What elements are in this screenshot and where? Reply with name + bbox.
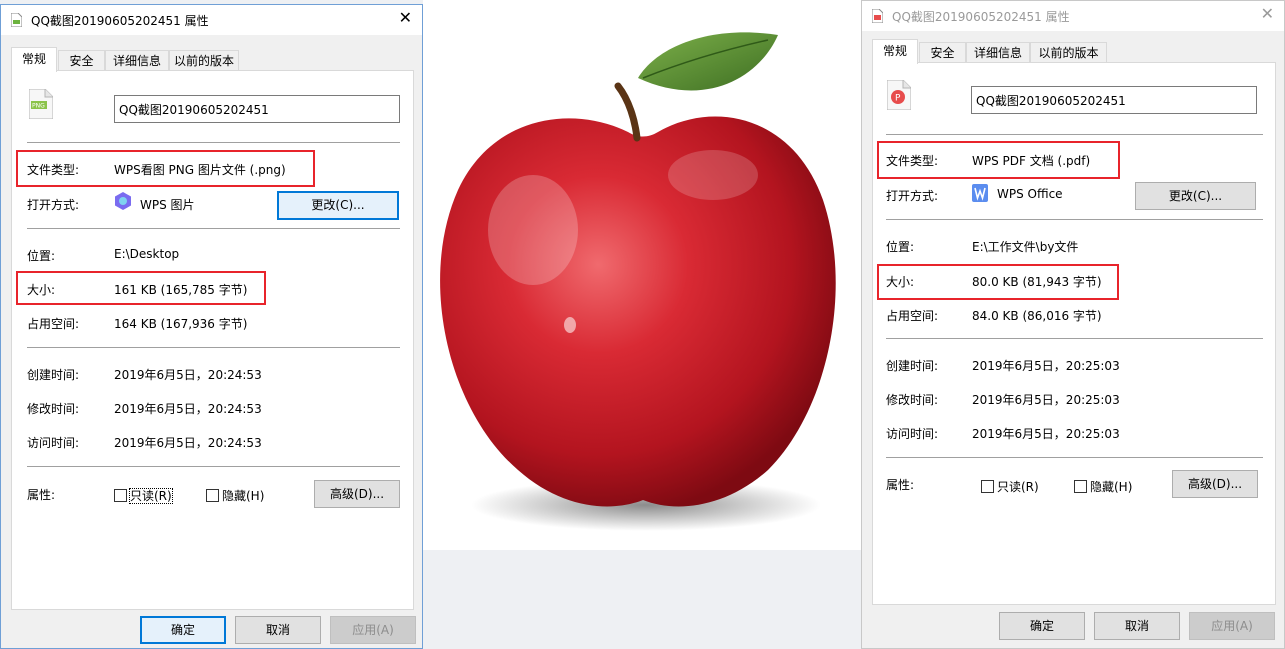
filename-field[interactable] xyxy=(114,95,400,123)
location-value: E:\Desktop xyxy=(114,247,180,261)
separator xyxy=(27,347,400,348)
separator xyxy=(27,466,400,467)
modified-value: 2019年6月5日，20:25:03 xyxy=(972,393,1120,407)
size-label: 大小: xyxy=(27,283,56,297)
location-label: 位置: xyxy=(886,240,915,254)
tab-previous-versions[interactable]: 以前的版本 xyxy=(169,50,239,70)
ok-button[interactable]: 确定 xyxy=(999,612,1085,640)
tab-details[interactable]: 详细信息 xyxy=(105,50,169,70)
file-type-label: 文件类型: xyxy=(886,154,939,168)
checkbox-box[interactable] xyxy=(981,480,994,493)
properties-dialog-pdf: QQ截图20190605202451 属性 ✕ 常规 安全 详细信息 以前的版本… xyxy=(861,0,1285,649)
open-with-app: WPS 图片 xyxy=(140,198,195,212)
location-value: E:\工作文件\by文件 xyxy=(972,240,1079,254)
tab-previous-versions[interactable]: 以前的版本 xyxy=(1030,42,1107,62)
apple-illustration xyxy=(440,32,836,531)
created-label: 创建时间: xyxy=(27,368,80,382)
properties-dialog-png: QQ截图20190605202451 属性 ✕ 常规 安全 详细信息 以前的版本… xyxy=(0,4,423,649)
file-type-label: 文件类型: xyxy=(27,163,80,177)
accessed-value: 2019年6月5日，20:24:53 xyxy=(114,436,262,450)
close-icon[interactable]: ✕ xyxy=(399,8,412,27)
separator xyxy=(27,142,400,143)
tab-details[interactable]: 详细信息 xyxy=(966,42,1030,62)
created-label: 创建时间: xyxy=(886,359,939,373)
svg-text:PNG: PNG xyxy=(32,103,45,110)
png-file-icon xyxy=(11,13,22,27)
filename-field[interactable] xyxy=(971,86,1257,114)
accessed-value: 2019年6月5日，20:25:03 xyxy=(972,427,1120,441)
accessed-label: 访问时间: xyxy=(886,427,939,441)
disk-size-value: 164 KB (167,936 字节) xyxy=(114,317,248,331)
separator xyxy=(886,134,1263,135)
accessed-label: 访问时间: xyxy=(27,436,80,450)
hidden-checkbox[interactable]: 隐藏(H) xyxy=(206,487,264,504)
apply-button[interactable]: 应用(A) xyxy=(330,616,416,644)
cancel-button[interactable]: 取消 xyxy=(235,616,321,644)
readonly-checkbox[interactable]: 只读(R) xyxy=(981,478,1039,495)
title-bar: QQ截图20190605202451 属性 ✕ xyxy=(1,5,422,35)
window-title: QQ截图20190605202451 属性 xyxy=(31,14,209,28)
disk-size-value: 84.0 KB (86,016 字节) xyxy=(972,309,1102,323)
apple-image xyxy=(423,0,861,550)
modified-value: 2019年6月5日，20:24:53 xyxy=(114,402,262,416)
open-with-label: 打开方式: xyxy=(886,189,939,203)
title-bar: QQ截图20190605202451 属性 ✕ xyxy=(862,1,1284,31)
tab-security[interactable]: 安全 xyxy=(919,42,966,62)
open-with-app: WPS Office xyxy=(997,187,1063,201)
created-value: 2019年6月5日，20:25:03 xyxy=(972,359,1120,373)
close-icon[interactable]: ✕ xyxy=(1261,4,1274,23)
size-label: 大小: xyxy=(886,275,915,289)
tab-general[interactable]: 常规 xyxy=(872,39,918,64)
disk-size-label: 占用空间: xyxy=(886,309,939,323)
change-button[interactable]: 更改(C)... xyxy=(277,191,399,220)
checkbox-box[interactable] xyxy=(1074,480,1087,493)
separator xyxy=(886,219,1263,220)
separator xyxy=(27,228,400,229)
hidden-label: 隐藏(H) xyxy=(222,489,265,503)
modified-label: 修改时间: xyxy=(27,402,80,416)
wps-office-icon xyxy=(972,184,988,202)
separator xyxy=(886,338,1263,339)
file-type-value: WPS PDF 文档 (.pdf) xyxy=(972,154,1091,168)
checkbox-box[interactable] xyxy=(114,489,127,502)
tab-security[interactable]: 安全 xyxy=(58,50,105,70)
hidden-checkbox[interactable]: 隐藏(H) xyxy=(1074,478,1132,495)
change-button[interactable]: 更改(C)... xyxy=(1135,182,1256,210)
hidden-label: 隐藏(H) xyxy=(1090,480,1133,494)
size-value: 80.0 KB (81,943 字节) xyxy=(972,275,1102,289)
advanced-button[interactable]: 高级(D)... xyxy=(314,480,400,508)
created-value: 2019年6月5日，20:24:53 xyxy=(114,368,262,382)
png-file-icon: PNG xyxy=(29,89,53,119)
separator xyxy=(886,457,1263,458)
location-label: 位置: xyxy=(27,249,56,263)
cancel-button[interactable]: 取消 xyxy=(1094,612,1180,640)
pdf-file-icon: P xyxy=(887,80,911,110)
general-panel: P 文件类型: WPS PDF 文档 (.pdf) 打开方式: WPS Offi… xyxy=(872,62,1276,605)
general-panel: PNG 文件类型: WPS看图 PNG 图片文件 (.png) 打开方式: WP… xyxy=(11,70,414,610)
tab-general[interactable]: 常规 xyxy=(11,47,57,72)
attributes-label: 属性: xyxy=(27,488,56,502)
apply-button[interactable]: 应用(A) xyxy=(1189,612,1275,640)
readonly-label: 只读(R) xyxy=(129,488,173,504)
size-value: 161 KB (165,785 字节) xyxy=(114,283,248,297)
svg-text:P: P xyxy=(895,94,901,104)
window-title: QQ截图20190605202451 属性 xyxy=(892,10,1070,24)
readonly-label: 只读(R) xyxy=(997,480,1039,494)
open-with-label: 打开方式: xyxy=(27,198,80,212)
disk-size-label: 占用空间: xyxy=(27,317,80,331)
advanced-button[interactable]: 高级(D)... xyxy=(1172,470,1258,498)
wps-pictures-icon xyxy=(115,192,131,210)
pdf-file-icon xyxy=(872,9,883,23)
attributes-label: 属性: xyxy=(886,478,915,492)
readonly-checkbox[interactable]: 只读(R) xyxy=(114,487,173,504)
modified-label: 修改时间: xyxy=(886,393,939,407)
checkbox-box[interactable] xyxy=(206,489,219,502)
file-type-value: WPS看图 PNG 图片文件 (.png) xyxy=(114,163,286,177)
ok-button[interactable]: 确定 xyxy=(140,616,226,644)
